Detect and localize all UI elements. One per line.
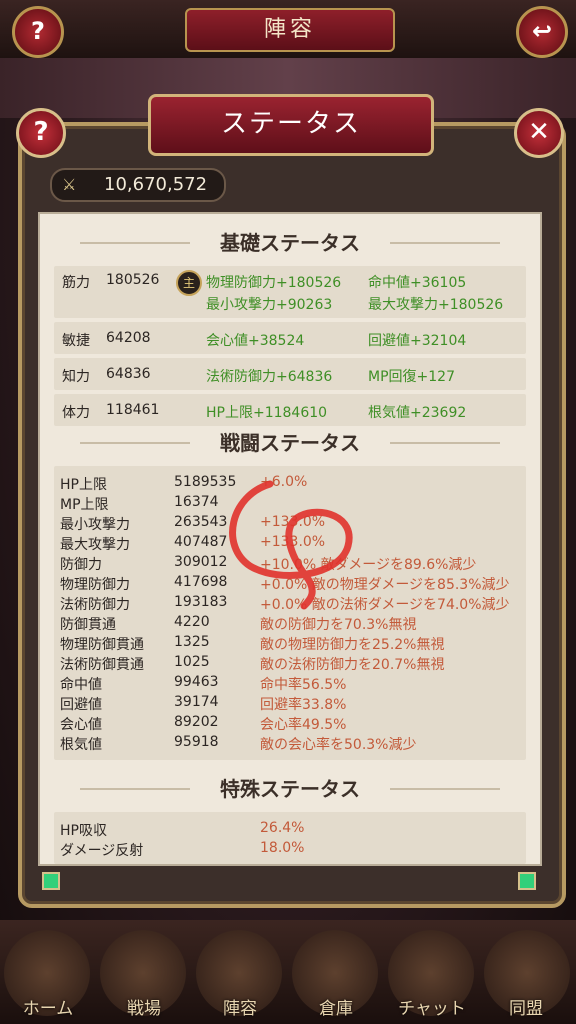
stat-label: 根気値 [60,737,102,753]
close-button[interactable]: ✕ [514,108,564,158]
nav-label-chat: チャット [398,999,466,1019]
stat-value: 64208 [106,330,151,346]
nav-label-home: ホーム [22,999,74,1019]
nav-label-lineup: 陣容 [223,999,257,1019]
bonus-text: 回避値+32104 [368,333,467,349]
stat-note: 敵の防御力を70.3%無視 [260,617,417,633]
bonus-text: 根気値+23692 [368,405,467,421]
stat-value: 89202 [174,714,219,730]
basic-status-title: 基礎ステータス [220,231,360,255]
stat-note: 敵の会心率を50.3%減少 [260,737,417,753]
stat-note: 命中率56.5% [260,677,347,693]
screen-title: 陣容 [185,8,395,52]
stat-label: 敏捷 [62,333,90,349]
stat-note: 敵の物理防御力を25.2%無視 [260,637,445,653]
combat-power: ⚔ 10,670,572 [50,168,226,202]
panel-help-button[interactable]: ? [16,108,66,158]
stat-label: 防御貫通 [60,617,116,633]
stat-value: 95918 [174,734,219,750]
basic-row-str: 筋力 180526 主 物理防御力+180526 命中値+36105 最小攻撃力… [54,266,526,318]
stat-value: 1025 [174,654,210,670]
stat-value: 18.0% [260,840,305,856]
stat-label: 命中値 [60,677,102,693]
stat-label: 法術防御力 [60,597,130,613]
stat-label: 会心値 [60,717,102,733]
red-scribble-annotation [229,480,353,610]
stat-value: 26.4% [260,820,305,836]
stat-note: 会心率49.5% [260,717,347,733]
bonus-text: 法術防御力+64836 [206,369,333,385]
stat-label: 物理防御力 [60,577,130,593]
stat-label: HP上限 [60,477,107,493]
stat-label: 筋力 [62,275,90,291]
stat-label: 物理防御貫通 [60,637,144,653]
basic-status-heading: 基礎ステータス [40,220,540,266]
special-status-title: 特殊ステータス [220,777,360,801]
bonus-text: 最大攻撃力+180526 [368,297,504,313]
stat-value: 99463 [174,674,219,690]
stat-value: 64836 [106,366,151,382]
status-scroll-area[interactable]: 基礎ステータス 筋力 180526 主 物理防御力+180526 命中値+361… [38,212,542,866]
stat-note: 敵の法術防御力を20.7%無視 [260,657,445,673]
stat-label: 法術防御貫通 [60,657,144,673]
back-button[interactable]: ↩ [516,6,568,58]
bonus-text: 会心値+38524 [206,333,305,349]
stat-label: 防御力 [60,557,102,573]
stat-value: 4220 [174,614,210,630]
stat-value: 118461 [106,402,160,418]
combat-power-value: 10,670,572 [104,174,208,195]
stat-label: HP吸収 [60,823,107,839]
stat-label: MP上限 [60,497,109,513]
bonus-text: MP回復+127 [368,369,455,385]
battle-status-heading: 戦闘ステータス [40,420,540,466]
basic-row-int: 知力 64836 法術防御力+64836 MP回復+127 [54,358,526,390]
stat-value: 39174 [174,694,219,710]
nav-label-battle: 戦場 [127,999,161,1019]
bonus-text: 物理防御力+180526 [206,275,342,291]
stat-label: 体力 [62,405,90,421]
bonus-text: 最小攻撃力+90263 [206,297,333,313]
main-stat-badge-icon: 主 [176,270,202,296]
stat-label: ダメージ反射 [60,843,144,859]
corner-gem-icon [42,872,60,890]
stat-label: 最小攻撃力 [60,517,130,533]
stat-value: 1325 [174,634,210,650]
special-status-list: HP吸収 26.4% ダメージ反射 18.0% [54,812,526,864]
bonus-text: HP上限+1184610 [206,405,328,421]
battle-status-title: 戦闘ステータス [220,431,360,455]
nav-label-alliance: 同盟 [509,999,543,1019]
special-status-heading: 特殊ステータス [40,766,540,812]
nav-label-storage: 倉庫 [319,999,353,1019]
stat-label: 最大攻撃力 [60,537,130,553]
corner-gem-icon [518,872,536,890]
stat-label: 回避値 [60,697,102,713]
basic-row-agi: 敏捷 64208 会心値+38524 回避値+32104 [54,322,526,354]
swords-icon: ⚔ [62,175,77,194]
stat-note: 回避率33.8% [260,697,347,713]
help-button[interactable]: ? [12,6,64,58]
bonus-text: 命中値+36105 [368,275,467,291]
panel-title: ステータス [148,94,434,156]
stat-label: 知力 [62,369,90,385]
stat-value: 180526 [106,272,160,288]
